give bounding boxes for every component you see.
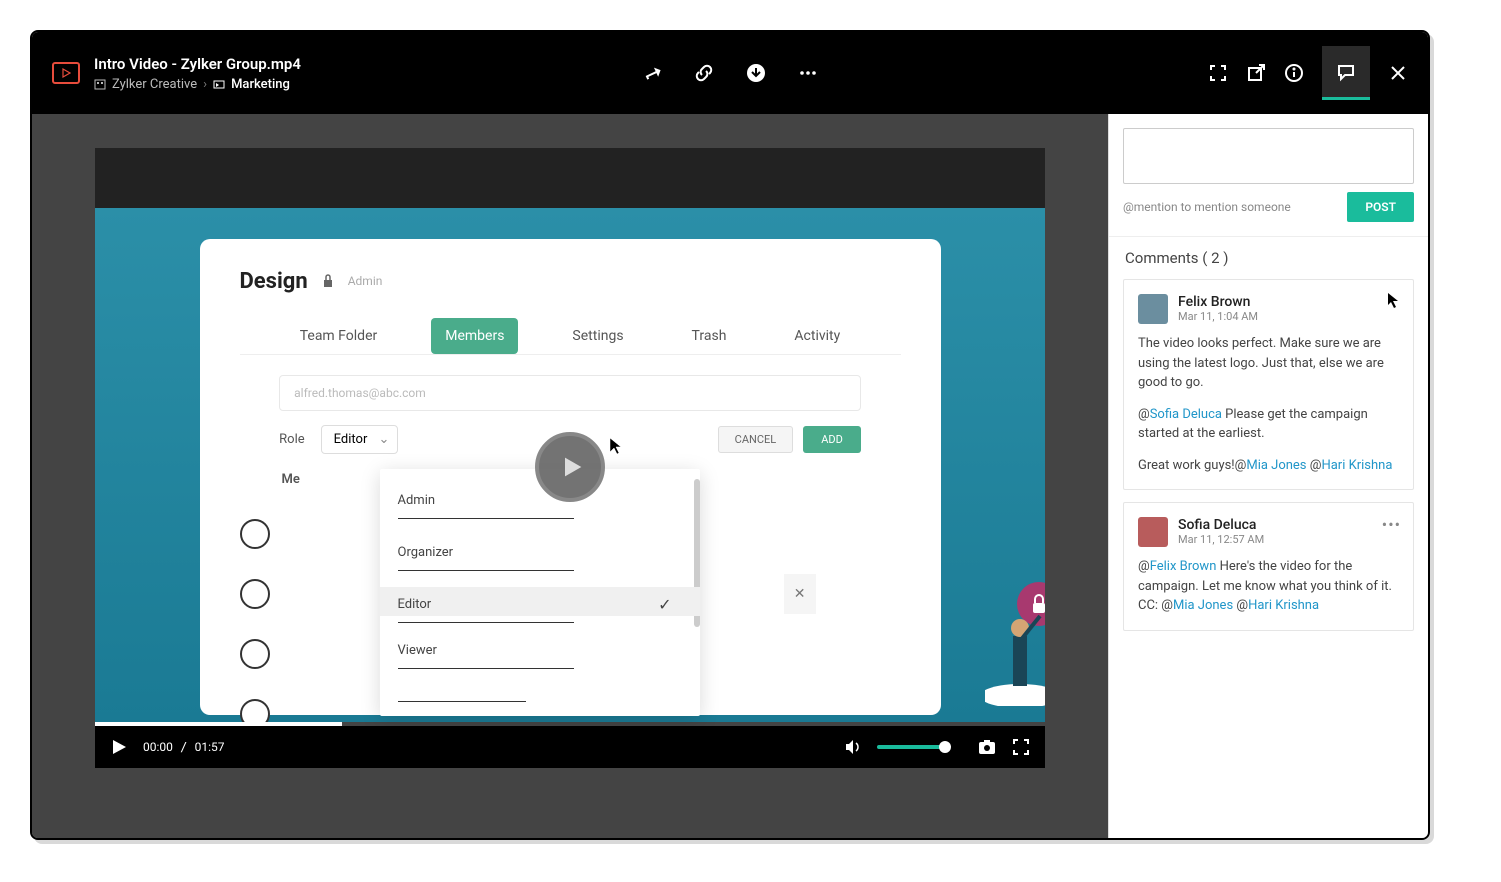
cursor-icon bbox=[608, 436, 624, 461]
mock-role-dropdown: Admin Organizer Editor Viewer bbox=[380, 469, 700, 716]
volume-icon[interactable] bbox=[843, 737, 863, 757]
comment-more-icon[interactable]: ••• bbox=[1382, 515, 1401, 534]
video-top-bar bbox=[95, 148, 1045, 208]
link-icon[interactable] bbox=[694, 63, 714, 83]
video-progress[interactable] bbox=[95, 722, 1045, 726]
mention-hint: @mention to mention someone bbox=[1123, 200, 1291, 214]
body: Design Admin Team Folder Members Setting… bbox=[32, 114, 1428, 838]
folder-icon bbox=[213, 78, 225, 90]
file-title: Intro Video - Zylker Group.mp4 bbox=[94, 55, 301, 73]
open-external-icon[interactable] bbox=[1246, 63, 1266, 83]
breadcrumb-org[interactable]: Zylker Creative bbox=[112, 77, 197, 92]
mock-illustration bbox=[985, 586, 1045, 706]
video-stage: Design Admin Team Folder Members Setting… bbox=[32, 124, 1108, 838]
snapshot-icon[interactable] bbox=[977, 737, 997, 757]
header: Intro Video - Zylker Group.mp4 Zylker Cr… bbox=[32, 32, 1428, 114]
comments-panel: @mention to mention someone POST Comment… bbox=[1108, 114, 1428, 838]
mock-tab-active: Members bbox=[431, 318, 518, 354]
mock-title: Design bbox=[240, 269, 308, 294]
mock-tab: Activity bbox=[780, 318, 854, 354]
play-pause-icon[interactable] bbox=[109, 737, 129, 757]
mention[interactable]: Sofia Deluca bbox=[1150, 407, 1222, 422]
post-button[interactable]: POST bbox=[1347, 192, 1414, 222]
mock-avatar bbox=[240, 639, 270, 669]
mock-email-input: alfred.thomas@abc.com bbox=[279, 375, 861, 411]
comment-card: ••• Sofia Deluca Mar 11, 12:57 AM @Felix… bbox=[1123, 502, 1414, 631]
breadcrumb-separator: › bbox=[203, 77, 207, 92]
org-icon bbox=[94, 78, 106, 90]
mock-tab: Settings bbox=[558, 318, 637, 354]
mock-avatar bbox=[240, 579, 270, 609]
avatar bbox=[1138, 517, 1168, 547]
mock-avatar bbox=[240, 519, 270, 549]
mention[interactable]: Mia Jones bbox=[1246, 458, 1306, 473]
mention[interactable]: Mia Jones bbox=[1173, 598, 1233, 613]
mock-cancel-button: CANCEL bbox=[718, 426, 794, 453]
video-controls: 00:00 / 01:57 bbox=[95, 726, 1045, 768]
comments-toggle-icon[interactable] bbox=[1322, 46, 1370, 100]
more-icon[interactable] bbox=[798, 63, 818, 83]
video-canvas[interactable]: Design Admin Team Folder Members Setting… bbox=[95, 148, 1045, 768]
header-left: Intro Video - Zylker Group.mp4 Zylker Cr… bbox=[52, 55, 301, 92]
download-icon[interactable] bbox=[746, 63, 766, 83]
mock-add-button: ADD bbox=[803, 426, 861, 453]
app-frame: Intro Video - Zylker Group.mp4 Zylker Cr… bbox=[30, 30, 1430, 840]
mention[interactable]: Hari Krishna bbox=[1321, 458, 1392, 473]
share-icon[interactable] bbox=[642, 63, 662, 83]
comment-author: Felix Brown bbox=[1178, 294, 1258, 310]
comment-body: @Felix Brown Here's the video for the ca… bbox=[1138, 557, 1399, 616]
comment-card: Felix Brown Mar 11, 1:04 AM The video lo… bbox=[1123, 279, 1414, 490]
breadcrumb: Zylker Creative › Marketing bbox=[94, 77, 301, 92]
header-right-actions bbox=[1208, 46, 1408, 100]
volume-slider[interactable] bbox=[877, 745, 947, 749]
comment-body: The video looks perfect. Make sure we ar… bbox=[1138, 334, 1399, 475]
comment-more-icon[interactable] bbox=[1387, 292, 1401, 314]
play-button[interactable] bbox=[535, 432, 605, 502]
lock-icon bbox=[322, 274, 334, 288]
breadcrumb-folder[interactable]: Marketing bbox=[231, 77, 290, 92]
comment-input[interactable] bbox=[1123, 128, 1414, 184]
mock-role-select: Editor ⌄ bbox=[321, 425, 399, 454]
header-center-actions bbox=[642, 63, 818, 83]
mock-tab: Team Folder bbox=[286, 318, 392, 354]
video-file-icon bbox=[52, 62, 80, 84]
expand-icon[interactable] bbox=[1011, 737, 1031, 757]
comment-compose: @mention to mention someone POST bbox=[1109, 114, 1428, 237]
mention[interactable]: Hari Krishna bbox=[1248, 598, 1319, 613]
mock-admin-label: Admin bbox=[348, 274, 383, 288]
avatar bbox=[1138, 294, 1168, 324]
comments-header: Comments ( 2 ) bbox=[1109, 237, 1428, 279]
mock-role-label: Role bbox=[279, 432, 304, 447]
mock-remove-icon: ✕ bbox=[784, 574, 816, 614]
time-display: 00:00 / 01:57 bbox=[143, 740, 224, 754]
video-area: Design Admin Team Folder Members Setting… bbox=[32, 114, 1108, 838]
fullscreen-icon[interactable] bbox=[1208, 63, 1228, 83]
comment-time: Mar 11, 1:04 AM bbox=[1178, 310, 1258, 323]
mock-tab: Trash bbox=[678, 318, 741, 354]
info-icon[interactable] bbox=[1284, 63, 1304, 83]
video-frame: Design Admin Team Folder Members Setting… bbox=[95, 208, 1045, 726]
comments-list: Felix Brown Mar 11, 1:04 AM The video lo… bbox=[1109, 279, 1428, 838]
mention[interactable]: Felix Brown bbox=[1150, 559, 1217, 574]
comment-author: Sofia Deluca bbox=[1178, 517, 1264, 533]
close-icon[interactable] bbox=[1388, 63, 1408, 83]
mock-tabs: Team Folder Members Settings Trash Activ… bbox=[240, 318, 901, 355]
comment-time: Mar 11, 12:57 AM bbox=[1178, 533, 1264, 546]
